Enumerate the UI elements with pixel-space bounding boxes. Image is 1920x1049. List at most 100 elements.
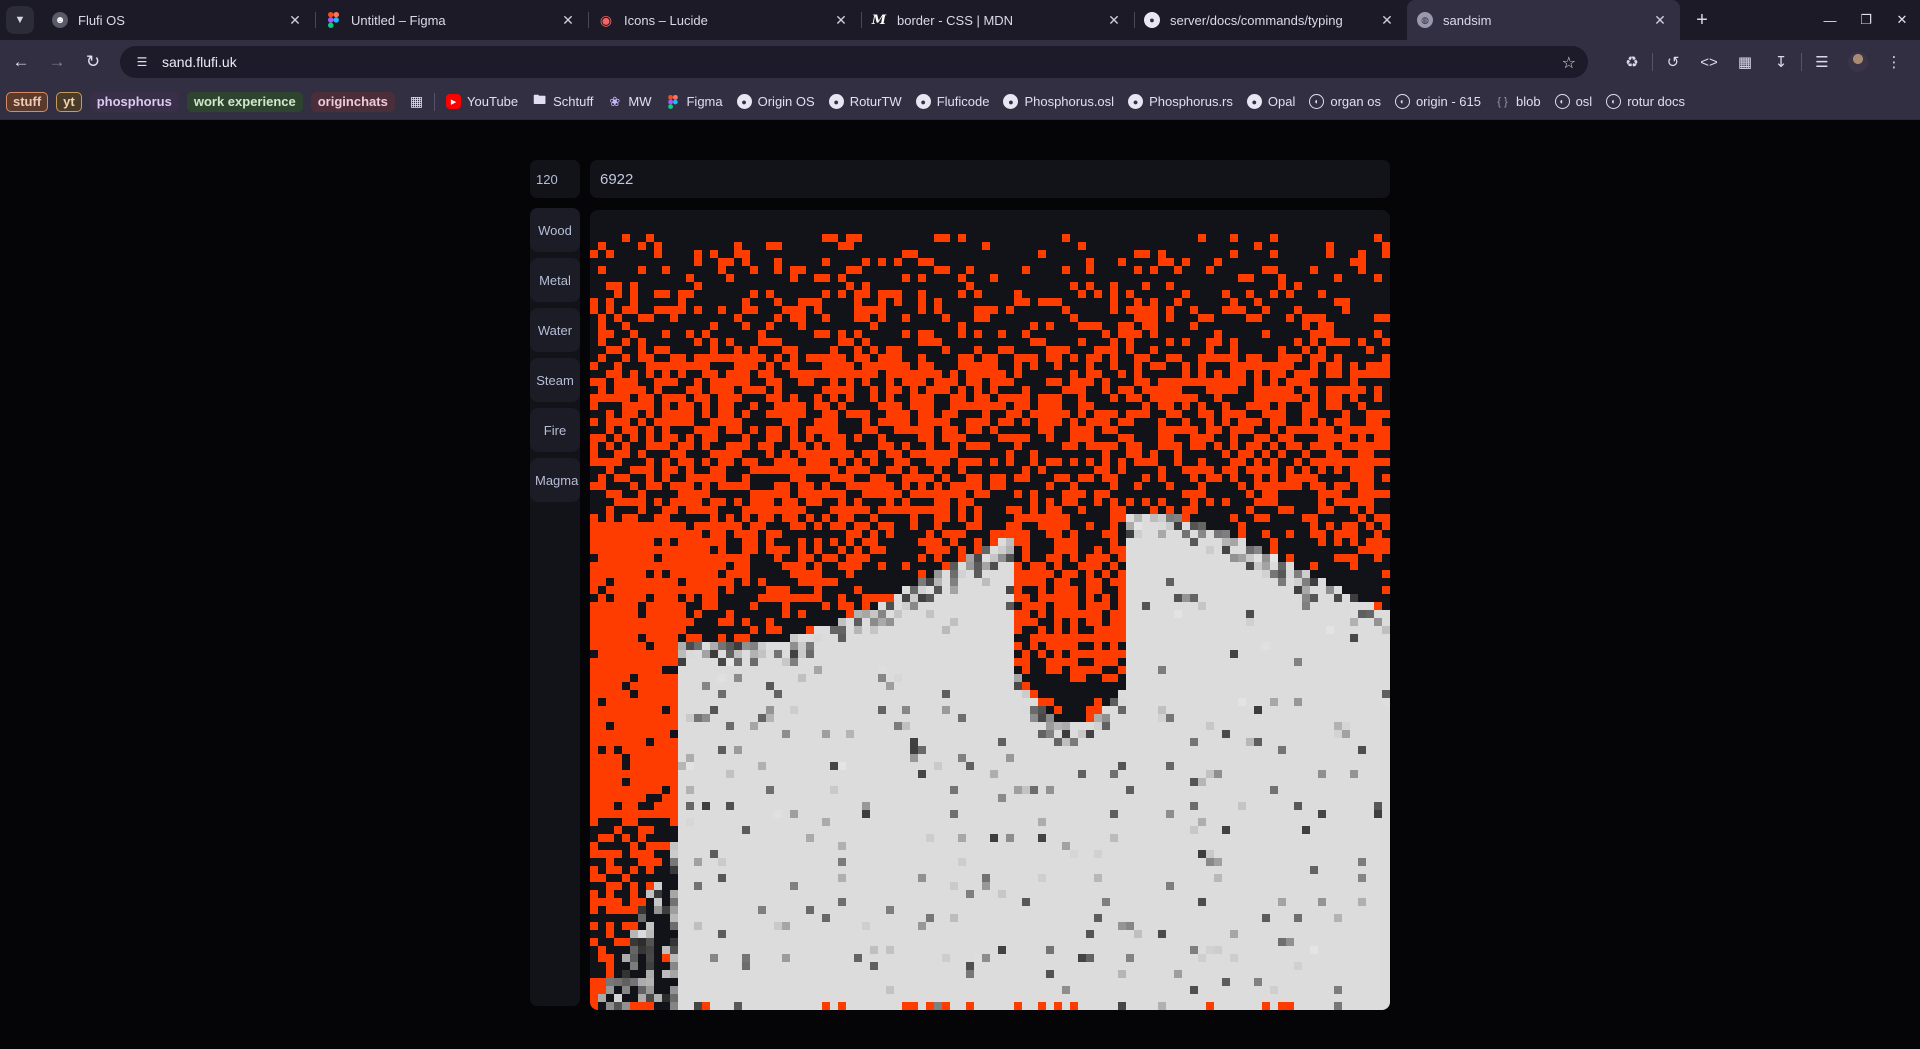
material-button-magma[interactable]: Magma <box>530 458 580 502</box>
bookmark-label: Schtuff <box>553 94 594 109</box>
flufi-icon: ☻ <box>52 12 68 28</box>
tab-list: ☻ Flufi OS ✕ Untitled – Figma ✕ ◉ Icons … <box>42 0 1680 40</box>
back-button[interactable]: ← <box>4 45 38 79</box>
youtube-icon: ▶ <box>446 94 462 109</box>
apps-grid-icon: ▦ <box>409 93 424 109</box>
bookmark-origin-os[interactable]: ● Origin OS <box>730 90 822 114</box>
rotur-icon: ◐ <box>1554 94 1570 109</box>
bookmark-label: MW <box>628 94 652 109</box>
close-icon[interactable]: ✕ <box>1106 12 1122 28</box>
toolbar-divider <box>1801 53 1802 71</box>
minimize-button[interactable]: — <box>1812 0 1848 40</box>
window-controls: — ❐ ✕ <box>1812 0 1920 40</box>
sidebar-icon[interactable]: ▦ <box>1727 46 1763 78</box>
chevron-down-icon: ▼ <box>14 14 26 26</box>
site-info-icon[interactable]: ☰ <box>134 54 150 70</box>
close-icon[interactable]: ✕ <box>1652 12 1668 28</box>
github-icon: ● <box>1003 94 1019 109</box>
bookmark-figma[interactable]: Figma <box>658 90 729 114</box>
rotur-icon: ◐ <box>1309 94 1325 109</box>
brush-size-display: 120 <box>530 160 580 198</box>
braces-icon: { } <box>1497 95 1508 108</box>
menu-icon[interactable]: ⋮ <box>1876 46 1912 78</box>
url-text[interactable]: sand.flufi.uk <box>162 54 237 70</box>
arrow-right-icon: → <box>48 52 66 71</box>
bookmark-origin-615[interactable]: ◐ origin - 615 <box>1388 90 1488 114</box>
close-icon[interactable]: ✕ <box>833 12 849 28</box>
tab-flufi-os[interactable]: ☻ Flufi OS ✕ <box>42 0 315 40</box>
apps-button[interactable]: ▦ <box>403 90 430 114</box>
restore-button[interactable]: ❐ <box>1848 0 1884 40</box>
folder-icon: 🖿 <box>533 91 547 107</box>
material-button-steam[interactable]: Steam <box>530 358 580 402</box>
bookmark-organ-os[interactable]: ◐ organ os <box>1302 90 1388 114</box>
history-icon[interactable]: ↺ <box>1655 46 1691 78</box>
bookmark-group-stuff[interactable]: stuff <box>6 91 49 112</box>
bookmark-label: osl <box>1575 94 1593 109</box>
simulation-grid[interactable] <box>590 210 1390 1010</box>
github-icon: ● <box>1246 94 1262 109</box>
download-icon[interactable]: ↧ <box>1763 46 1799 78</box>
bookmark-label: YouTube <box>467 94 519 109</box>
toolbar: ← → ↻ ☰ sand.flufi.uk ☆ ♻ ↺ <> ▦ ↧ ☰ ⋮ <box>0 40 1920 84</box>
mw-icon: ❀ <box>609 93 621 109</box>
reload-icon: ↻ <box>85 52 101 71</box>
bookmark-blob[interactable]: { } blob <box>1488 90 1548 114</box>
tab-title: Untitled – Figma <box>351 12 446 28</box>
bookmark-phosphorus-osl[interactable]: ● Phosphorus.osl <box>996 90 1121 114</box>
bookmark-opal[interactable]: ● Opal <box>1240 90 1302 114</box>
extensions-icon[interactable]: ♻ <box>1614 46 1650 78</box>
bookmark-label: rotur docs <box>1627 94 1686 109</box>
new-tab-button[interactable]: + <box>1688 6 1716 34</box>
star-icon[interactable]: ☆ <box>1562 53 1576 73</box>
tab-mdn[interactable]: M border - CSS | MDN ✕ <box>861 0 1134 40</box>
sandsim-page: 120 Wood Metal Water Steam Fire Magma 69… <box>0 121 1920 1049</box>
material-button-wood[interactable]: Wood <box>530 208 580 252</box>
bookmark-youtube[interactable]: ▶ YouTube <box>439 90 525 114</box>
close-icon[interactable]: ✕ <box>1379 12 1395 28</box>
figma-icon <box>665 94 680 109</box>
reload-button[interactable]: ↻ <box>76 45 110 79</box>
bookmark-group-work-experience[interactable]: work experience <box>186 91 303 112</box>
bookmark-group-yt[interactable]: yt <box>56 91 82 112</box>
simulation-canvas[interactable] <box>590 210 1390 1010</box>
bookmark-schtuff[interactable]: 🖿 Schtuff <box>525 90 600 114</box>
bookmark-group-originchats[interactable]: originchats <box>310 91 395 112</box>
close-icon[interactable]: ✕ <box>560 12 576 28</box>
tab-title: sandsim <box>1443 12 1492 28</box>
media-icon[interactable]: ☰ <box>1804 46 1840 78</box>
tab-strip: ▼ ☻ Flufi OS ✕ Untitled – Figma ✕ ◉ Icon… <box>0 0 1920 40</box>
mdn-icon: M <box>871 12 887 28</box>
tab-title: server/docs/commands/typing <box>1170 12 1343 28</box>
forward-button[interactable]: → <box>40 45 74 79</box>
bookmark-phosphorus-rs[interactable]: ● Phosphorus.rs <box>1121 90 1240 114</box>
plus-icon: + <box>1696 8 1708 31</box>
bookmark-roturtw[interactable]: ● RoturTW <box>822 90 909 114</box>
material-button-metal[interactable]: Metal <box>530 258 580 302</box>
bookmark-mw[interactable]: ❀ MW <box>600 90 658 114</box>
material-button-fire[interactable]: Fire <box>530 408 580 452</box>
figma-icon <box>325 12 341 28</box>
bookmark-label: Opal <box>1267 94 1296 109</box>
tab-figma[interactable]: Untitled – Figma ✕ <box>315 0 588 40</box>
bookmark-osl[interactable]: ◐ osl <box>1548 90 1600 114</box>
github-icon: ● <box>828 94 844 109</box>
tab-search-button[interactable]: ▼ <box>6 6 34 34</box>
bookmark-group-phosphorus[interactable]: phosphorus <box>89 91 179 112</box>
tab-title: Icons – Lucide <box>624 12 708 28</box>
bookmark-label: Phosphorus.osl <box>1024 94 1115 109</box>
close-window-button[interactable]: ✕ <box>1884 0 1920 40</box>
profile-button[interactable] <box>1840 46 1876 78</box>
code-icon[interactable]: <> <box>1691 46 1727 78</box>
material-button-water[interactable]: Water <box>530 308 580 352</box>
bookmark-label: RoturTW <box>849 94 902 109</box>
bookmark-label: Phosphorus.rs <box>1149 94 1233 109</box>
avatar <box>1848 52 1868 72</box>
bookmark-fluficode[interactable]: ● Fluficode <box>909 90 997 114</box>
bookmark-rotur-docs[interactable]: ◐ rotur docs <box>1599 90 1692 114</box>
close-icon[interactable]: ✕ <box>287 12 303 28</box>
tab-lucide[interactable]: ◉ Icons – Lucide ✕ <box>588 0 861 40</box>
tab-github-docs[interactable]: ● server/docs/commands/typing ✕ <box>1134 0 1407 40</box>
tab-sandsim[interactable]: ◍ sandsim ✕ <box>1407 0 1680 40</box>
address-bar[interactable]: ☰ sand.flufi.uk ☆ <box>120 46 1588 78</box>
